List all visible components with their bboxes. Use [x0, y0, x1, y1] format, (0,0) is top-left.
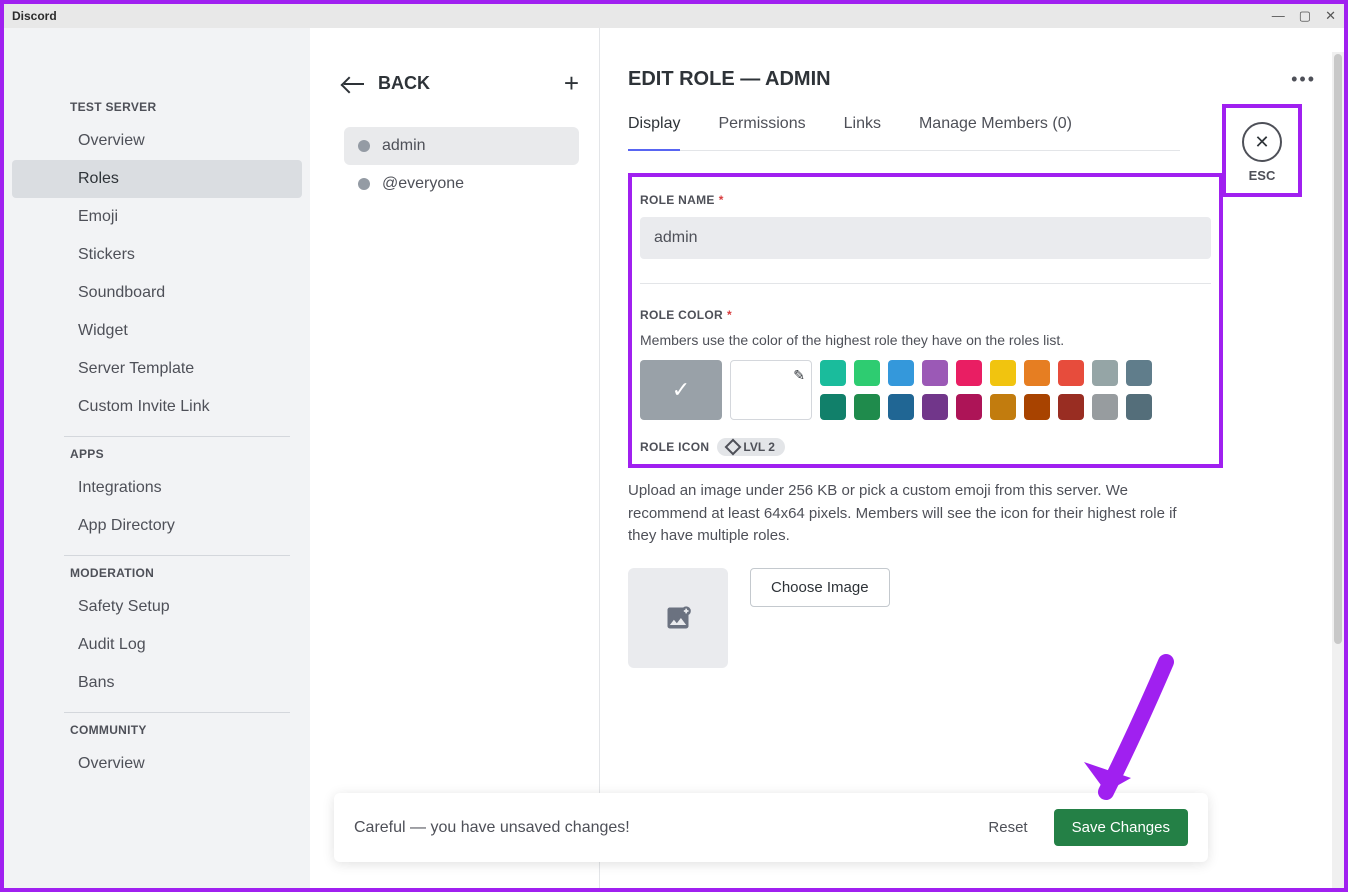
color-swatch[interactable]	[888, 360, 914, 386]
image-plus-icon	[664, 604, 692, 632]
color-swatch[interactable]	[990, 394, 1016, 420]
image-upload-box[interactable]	[628, 568, 728, 668]
tab-manage-members[interactable]: Manage Members (0)	[919, 115, 1072, 150]
highlighted-area: ROLE NAME* ROLE COLOR* Members use the c…	[628, 173, 1223, 468]
back-button[interactable]: BACK	[344, 73, 430, 94]
close-window-button[interactable]: ✕	[1325, 8, 1336, 24]
eyedropper-icon: ✎	[793, 367, 805, 384]
role-color-dot	[358, 178, 370, 190]
color-swatch[interactable]	[820, 360, 846, 386]
roles-list-column: BACK + admin @everyone	[310, 28, 600, 888]
color-swatches	[820, 360, 1152, 420]
window-title: Discord	[12, 9, 57, 23]
color-swatch[interactable]	[1092, 360, 1118, 386]
sidebar-item-safety-setup[interactable]: Safety Setup	[12, 588, 302, 626]
sidebar-header: MODERATION	[4, 566, 310, 588]
esc-label: ESC	[1242, 168, 1282, 183]
titlebar: Discord — ▢ ✕	[4, 4, 1344, 28]
choose-image-button[interactable]: Choose Image	[750, 568, 890, 607]
color-swatch[interactable]	[990, 360, 1016, 386]
color-swatch[interactable]	[854, 394, 880, 420]
sidebar-header: TEST SERVER	[4, 100, 310, 122]
sidebar-header: APPS	[4, 447, 310, 469]
unsaved-changes-bar: Careful — you have unsaved changes! Rese…	[334, 793, 1208, 862]
back-arrow-icon	[344, 83, 364, 85]
color-swatch[interactable]	[820, 394, 846, 420]
role-color-label: ROLE COLOR*	[640, 308, 1211, 322]
color-picker: ✓ ✎	[640, 360, 1211, 420]
separator	[640, 283, 1211, 284]
color-swatch[interactable]	[1024, 360, 1050, 386]
custom-color-button[interactable]: ✎	[730, 360, 812, 420]
color-swatch[interactable]	[1126, 394, 1152, 420]
sidebar-item-roles[interactable]: Roles	[12, 160, 302, 198]
role-name: @everyone	[382, 175, 464, 193]
tab-permissions[interactable]: Permissions	[718, 115, 805, 150]
settings-sidebar: TEST SERVER Overview Roles Emoji Sticker…	[4, 28, 310, 888]
color-swatch[interactable]	[1024, 394, 1050, 420]
back-label: BACK	[378, 73, 430, 94]
color-swatch[interactable]	[956, 360, 982, 386]
role-name-input[interactable]	[640, 217, 1211, 259]
sidebar-item-server-template[interactable]: Server Template	[12, 350, 302, 388]
sidebar-item-overview[interactable]: Overview	[12, 122, 302, 160]
sidebar-item-integrations[interactable]: Integrations	[12, 469, 302, 507]
role-color-help: Members use the color of the highest rol…	[640, 332, 1211, 348]
window-controls: — ▢ ✕	[1272, 8, 1336, 24]
separator	[64, 555, 290, 556]
color-swatch[interactable]	[1058, 394, 1084, 420]
color-swatch[interactable]	[1126, 360, 1152, 386]
sidebar-item-app-directory[interactable]: App Directory	[12, 507, 302, 545]
scrollbar[interactable]	[1332, 52, 1344, 888]
tab-display[interactable]: Display	[628, 115, 680, 151]
sidebar-header: COMMUNITY	[4, 723, 310, 745]
sidebar-item-stickers[interactable]: Stickers	[12, 236, 302, 274]
role-icon-help: Upload an image under 256 KB or pick a c…	[628, 480, 1178, 548]
sidebar-item-soundboard[interactable]: Soundboard	[12, 274, 302, 312]
color-swatch[interactable]	[1092, 394, 1118, 420]
minimize-button[interactable]: —	[1272, 8, 1285, 24]
color-swatch[interactable]	[1058, 360, 1084, 386]
color-swatch[interactable]	[956, 394, 982, 420]
sidebar-item-emoji[interactable]: Emoji	[12, 198, 302, 236]
scrollbar-thumb[interactable]	[1334, 54, 1342, 644]
boost-icon	[725, 439, 742, 456]
role-name: admin	[382, 137, 426, 155]
color-swatch[interactable]	[854, 360, 880, 386]
sidebar-item-bans[interactable]: Bans	[12, 664, 302, 702]
check-icon: ✓	[672, 377, 690, 403]
role-item-admin[interactable]: admin	[344, 127, 579, 165]
role-color-dot	[358, 140, 370, 152]
role-name-label: ROLE NAME*	[640, 193, 1211, 207]
reset-button[interactable]: Reset	[988, 819, 1027, 836]
overflow-menu-button[interactable]: •••	[1291, 69, 1316, 90]
sidebar-item-widget[interactable]: Widget	[12, 312, 302, 350]
separator	[64, 436, 290, 437]
save-changes-button[interactable]: Save Changes	[1054, 809, 1188, 846]
role-icon-label: ROLE ICON	[640, 440, 709, 454]
close-settings-region: ✕ ESC	[1222, 104, 1302, 197]
maximize-button[interactable]: ▢	[1299, 8, 1311, 24]
color-swatch[interactable]	[922, 360, 948, 386]
color-swatch[interactable]	[888, 394, 914, 420]
sidebar-item-audit-log[interactable]: Audit Log	[12, 626, 302, 664]
tab-links[interactable]: Links	[844, 115, 881, 150]
role-item-everyone[interactable]: @everyone	[344, 165, 579, 203]
unsaved-message: Careful — you have unsaved changes!	[354, 819, 630, 837]
tabs: Display Permissions Links Manage Members…	[628, 115, 1180, 151]
close-icon: ✕	[1254, 132, 1269, 153]
page-title: EDIT ROLE — ADMIN	[628, 68, 831, 91]
sidebar-item-community-overview[interactable]: Overview	[12, 745, 302, 783]
boost-level-badge: LVL 2	[717, 438, 785, 456]
default-color-button[interactable]: ✓	[640, 360, 722, 420]
separator	[64, 712, 290, 713]
close-settings-button[interactable]: ✕	[1242, 122, 1282, 162]
sidebar-item-custom-invite[interactable]: Custom Invite Link	[12, 388, 302, 426]
add-role-button[interactable]: +	[564, 68, 579, 99]
color-swatch[interactable]	[922, 394, 948, 420]
